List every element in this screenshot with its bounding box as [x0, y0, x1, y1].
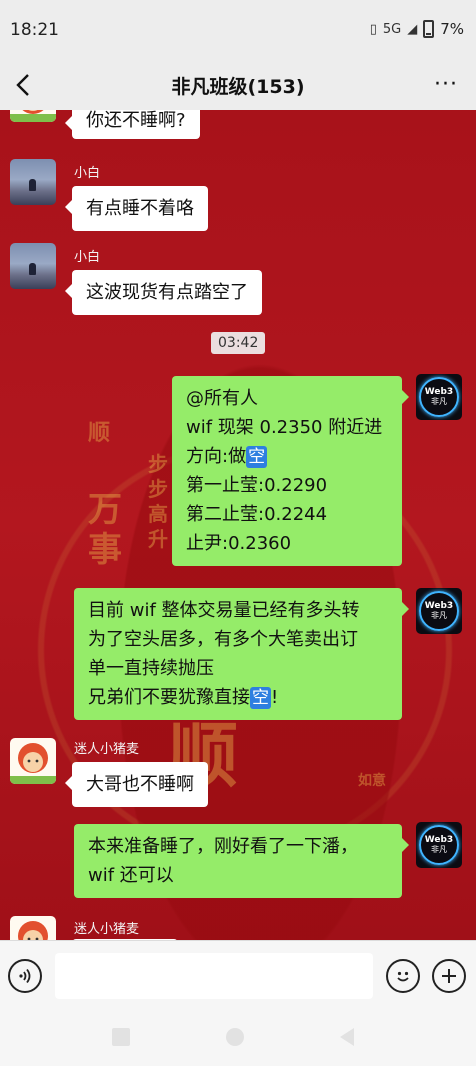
kong-badge: 空 [246, 446, 268, 468]
message-text: 第二止莹:0.2244 [186, 504, 328, 525]
sim-icon: ▯ [369, 21, 377, 37]
message-line: 兄弟们不要犹豫直接空! [88, 683, 388, 712]
message-bubble[interactable]: 目前 wif 整体交易量已经有多头转 为了空头居多，有多个大笔卖出订 单一直持续… [74, 588, 409, 720]
chat-area[interactable]: 步 步 高 升 万 事 顺 顺 如意 你还不睡啊? 小白 有点睡不着咯 小白 这… [0, 110, 476, 940]
signal-icon: ◢ [407, 21, 418, 37]
message-text: 兄弟们不要犹豫直接 [88, 687, 250, 708]
message-text: ! [271, 687, 279, 708]
avatar[interactable] [10, 738, 56, 784]
message-text: 为了空头居多，有多个大笔卖出订 [88, 629, 358, 650]
message-bubble[interactable]: @所有人 wif 现架 0.2350 附近进 方向:做空 第一止莹:0.2290… [172, 376, 409, 566]
watermark-char: 事 [88, 530, 122, 570]
more-icon[interactable]: ··· [434, 72, 458, 97]
message-text: 止尹:0.2360 [186, 533, 292, 554]
watermark-char: 如意 [358, 773, 386, 789]
avatar[interactable]: Web3 非凡 [416, 588, 462, 634]
pig-girl-avatar-icon [18, 921, 48, 940]
status-time: 18:21 [10, 20, 59, 40]
message-bubble[interactable]: 本来准备睡了，刚好看了一下潘， wif 还可以 [74, 824, 409, 898]
battery-icon [423, 20, 435, 38]
pig-girl-avatar-icon [10, 743, 56, 784]
status-icons: ▯ 5G ◢ 7% [370, 20, 464, 38]
avatar[interactable] [10, 916, 56, 940]
kong-badge: 空 [250, 687, 271, 709]
sender-name: 小白 [74, 250, 101, 265]
watermark-char: 顺 [88, 420, 111, 446]
message-bubble[interactable]: 大哥也不睡啊 [65, 762, 208, 807]
message-text: 第一止莹:0.2290 [186, 475, 328, 496]
emoji-icon[interactable] [386, 959, 420, 993]
message-text: 大哥也不睡啊 [86, 774, 194, 795]
avatar-figure [29, 179, 36, 191]
message-text: 方向:做 [186, 446, 247, 467]
timestamp: 03:42 [211, 332, 266, 354]
input-bar [0, 940, 476, 1010]
status-bar: 18:21 ▯ 5G ◢ 7% [0, 0, 476, 60]
system-nav-bar [0, 1010, 476, 1066]
avatar[interactable]: Web3 非凡 [416, 822, 462, 868]
message-bubble[interactable]: 你还不睡啊? [65, 110, 200, 139]
nav-bar: 非凡班级(153) ··· [0, 60, 476, 110]
message-bubble[interactable]: 有点睡不着咯 [65, 186, 208, 231]
battery-percent: 7% [440, 20, 464, 38]
recent-apps-button[interactable] [112, 1028, 130, 1046]
message-bubble[interactable]: 这波现货有点踏空了 [65, 270, 262, 315]
message-text: 目前 wif 整体交易量已经有多头转 [88, 600, 360, 621]
message-text: wif 还可以 [88, 865, 174, 886]
avatar[interactable]: Web3 非凡 [416, 374, 462, 420]
avatar[interactable] [10, 110, 56, 122]
message-input[interactable] [55, 953, 373, 999]
chat-title: 非凡班级(153) [171, 76, 305, 98]
avatar[interactable] [10, 159, 56, 205]
message-text: 本来准备睡了，刚好看了一下潘， [88, 836, 358, 857]
message-text: 有点睡不着咯 [86, 198, 194, 219]
plus-icon[interactable] [432, 959, 466, 993]
back-button[interactable] [340, 1028, 354, 1046]
web3-logo-icon: Web3 非凡 [419, 377, 459, 417]
home-button[interactable] [226, 1028, 244, 1046]
sender-name: 迷人小猪麦 [74, 922, 140, 937]
sender-name: 迷人小猪麦 [74, 742, 140, 757]
sender-name: 小白 [74, 166, 101, 181]
message-text: @所有人 [186, 388, 258, 409]
voice-icon[interactable] [8, 959, 42, 993]
web3-logo-icon: Web3 非凡 [419, 591, 459, 631]
message-line: 方向:做空 [186, 442, 388, 471]
avatar-figure [29, 263, 36, 275]
message-text: 这波现货有点踏空了 [86, 282, 248, 303]
message-text: 你还不睡啊? [86, 110, 186, 131]
message-text: wif 现架 0.2350 附近进 [186, 417, 383, 438]
web3-logo-icon: Web3 非凡 [419, 825, 459, 865]
network-label: 5G [382, 21, 402, 37]
message-text: 单一直持续抛压 [88, 658, 214, 679]
avatar[interactable] [10, 243, 56, 289]
watermark-char: 升 [148, 527, 168, 551]
